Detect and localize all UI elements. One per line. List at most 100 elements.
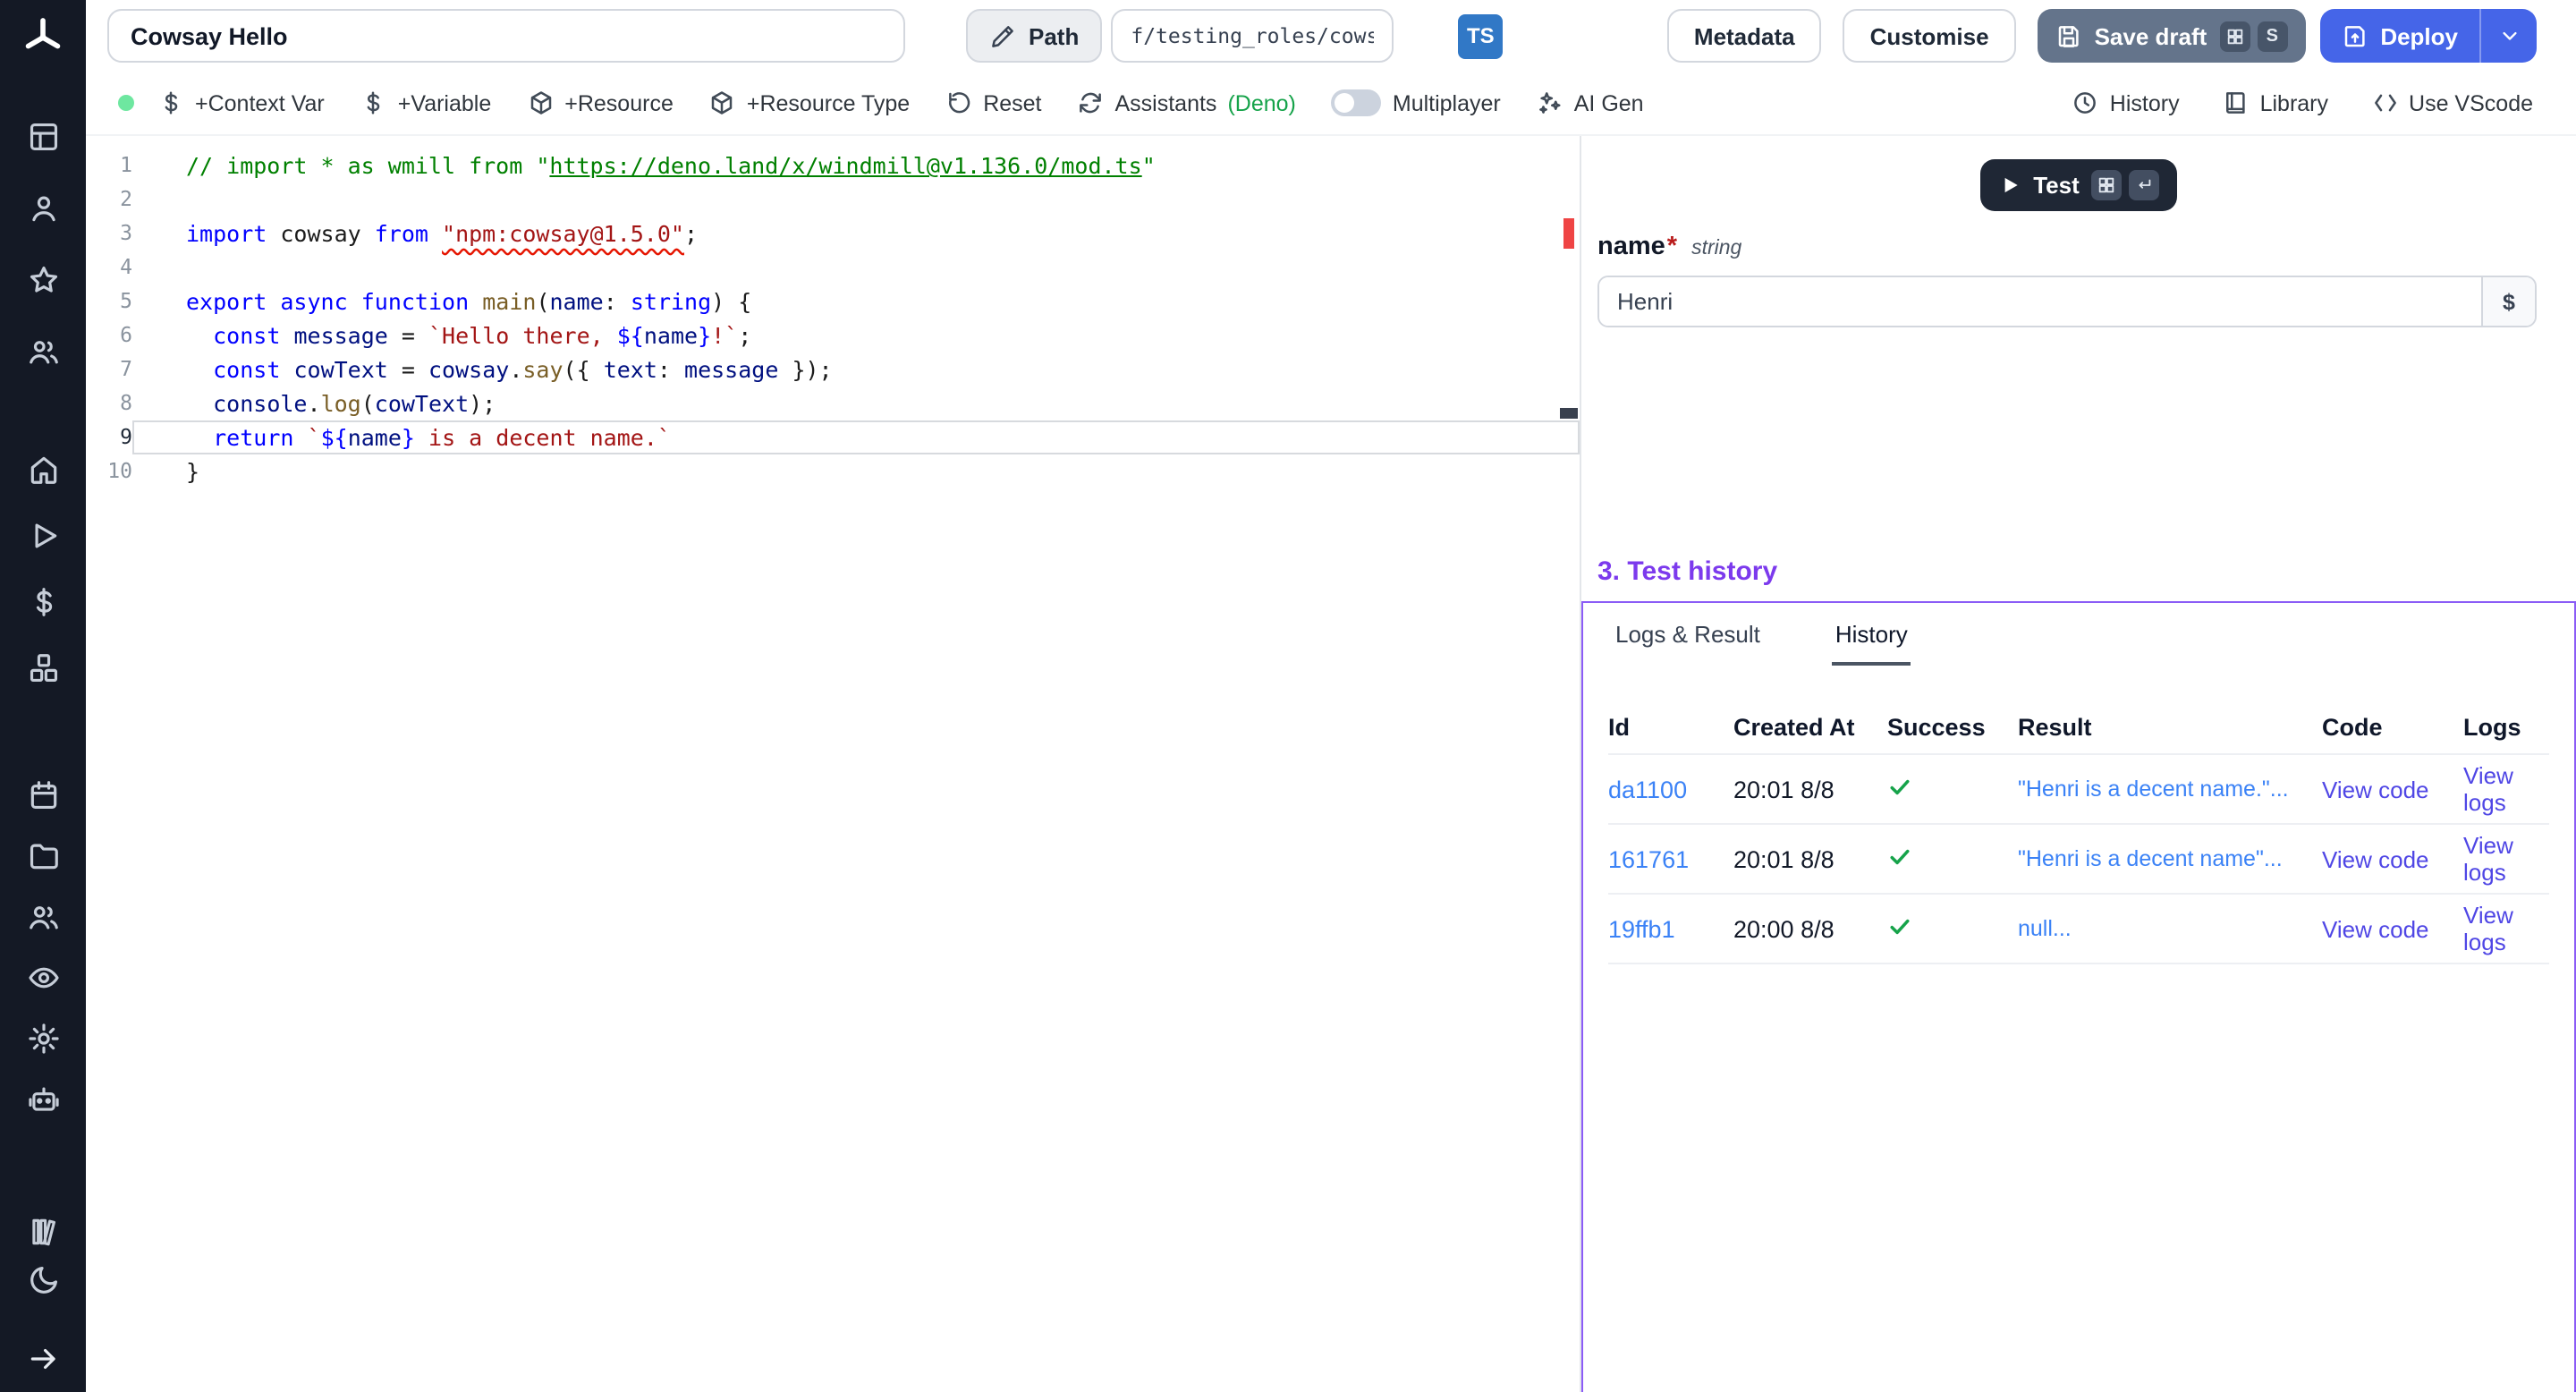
metadata-button[interactable]: Metadata: [1667, 9, 1822, 63]
workspace: 1// import * as wmill from "https://deno…: [86, 136, 2576, 1392]
sidebar-item-eye[interactable]: [18, 959, 68, 997]
clock-icon: [2072, 89, 2099, 116]
toolbar-use-vscode[interactable]: Use VScode: [2371, 89, 2533, 116]
col-code: Code: [2322, 714, 2463, 741]
play-icon: [26, 519, 60, 553]
sidebar-item-books[interactable]: [18, 1213, 68, 1251]
code-editor[interactable]: 1// import * as wmill from "https://deno…: [86, 136, 1580, 1392]
history-row: 19ffb120:00 8/8null...View codeView logs: [1608, 895, 2549, 964]
line-content: [132, 250, 1580, 284]
view-code-link[interactable]: View code: [2322, 776, 2463, 802]
line-content: console.log(cowText);: [132, 386, 1580, 420]
toolbar-context-var[interactable]: +Context Var: [157, 89, 325, 116]
deploy-main[interactable]: Deploy: [2319, 9, 2479, 63]
test-history-title: 3. Test history: [1597, 556, 2576, 587]
script-name-input[interactable]: [107, 9, 905, 63]
deploy-icon: [2341, 22, 2368, 49]
sidebar-item-user[interactable]: [18, 190, 68, 227]
toolbar-multiplayer[interactable]: Multiplayer: [1332, 89, 1501, 116]
check-icon: [1887, 913, 1912, 938]
result-link[interactable]: null...: [2018, 916, 2322, 941]
toolbar-label-assistants: Assistants: [1115, 90, 1217, 115]
customise-button[interactable]: Customise: [1843, 9, 2016, 63]
pencil-icon: [989, 22, 1016, 49]
user-icon: [26, 191, 60, 225]
win-key-icon: [2092, 170, 2123, 200]
folder-icon: [26, 839, 60, 873]
sidebar-item-home[interactable]: [18, 451, 68, 488]
windmill-logo[interactable]: [20, 14, 66, 61]
grid-icon: [26, 120, 60, 154]
deploy-button[interactable]: Deploy: [2319, 9, 2537, 63]
home-icon: [26, 453, 60, 487]
success-cell: [1887, 844, 2018, 874]
toolbar-assistants[interactable]: Assistants(Deno): [1078, 89, 1296, 116]
path-button[interactable]: Path: [966, 9, 1102, 63]
sidebar-item-group[interactable]: [18, 898, 68, 936]
eye-icon: [26, 961, 60, 995]
toolbar-variable[interactable]: +Variable: [360, 89, 491, 116]
code-line-3: 3import cowsay from "npm:cowsay@1.5.0";: [86, 216, 1580, 250]
sidebar-item-folder[interactable]: [18, 837, 68, 875]
toolbar-left: +Context Var +Variable +Resource +Resource …: [157, 89, 1644, 116]
view-logs-link[interactable]: View logs: [2463, 762, 2549, 816]
arg-type-label: string: [1691, 238, 1741, 259]
variable-picker-button[interactable]: $: [2481, 277, 2535, 326]
library-icon: [2223, 89, 2250, 116]
books-icon: [26, 1215, 60, 1249]
sidebar-item-calendar[interactable]: [18, 777, 68, 814]
view-code-link[interactable]: View code: [2322, 845, 2463, 872]
path-input[interactable]: [1111, 9, 1394, 63]
toolbar-label-variable: +Variable: [398, 90, 491, 115]
toolbar-ai-gen[interactable]: AI Gen: [1537, 89, 1644, 116]
sidebar-item-star[interactable]: [18, 261, 68, 299]
view-logs-link[interactable]: View logs: [2463, 902, 2549, 955]
gear-icon: [26, 1022, 60, 1056]
view-logs-link[interactable]: View logs: [2463, 832, 2549, 886]
tab-logs-result[interactable]: Logs & Result: [1612, 617, 1764, 666]
toolbar-library[interactable]: Library: [2223, 89, 2328, 116]
error-marker: [1563, 218, 1574, 249]
job-id-link[interactable]: da1100: [1608, 776, 1733, 802]
sidebar-item-users[interactable]: [18, 333, 68, 370]
line-content: const message = `Hello there, ${name}!`;: [132, 318, 1580, 352]
sidebar-item-blocks[interactable]: [18, 649, 68, 687]
line-content: const cowText = cowsay.say({ text: messa…: [132, 352, 1580, 386]
arg-value-input[interactable]: [1599, 277, 2481, 326]
line-content: [132, 182, 1580, 216]
result-link[interactable]: "Henri is a decent name."...: [2018, 777, 2322, 802]
success-cell: [1887, 913, 2018, 944]
enter-key-icon: [2130, 170, 2160, 200]
toolbar-label-history: History: [2110, 90, 2180, 115]
sidebar-item-gear[interactable]: [18, 1020, 68, 1057]
sidebar-item-play[interactable]: [18, 517, 68, 555]
code-line-5: 5export async function main(name: string…: [86, 284, 1580, 318]
sidebar-item-dollar[interactable]: [18, 583, 68, 621]
screen: Path TS Metadata Customise Save draft S …: [0, 0, 2576, 1392]
group-icon: [26, 900, 60, 934]
toolbar-resource-type[interactable]: +Resource Type: [709, 89, 910, 116]
job-id-link[interactable]: 161761: [1608, 845, 1733, 872]
sidebar-item-moon[interactable]: [18, 1261, 68, 1299]
toolbar-reset[interactable]: Reset: [945, 89, 1041, 116]
result-link[interactable]: "Henri is a decent name"...: [2018, 846, 2322, 871]
sidebar-item-robot[interactable]: [18, 1081, 68, 1118]
code-line-9: 9 return `${name} is a decent name.`: [86, 420, 1580, 454]
multiplayer-toggle[interactable]: [1332, 89, 1382, 116]
history-table: IdCreated AtSuccessResultCodeLogs da1100…: [1608, 701, 2549, 964]
sidebar-collapse-button[interactable]: [18, 1340, 68, 1376]
toolbar-resource[interactable]: +Resource: [527, 89, 674, 116]
windmill-script-editor: Path TS Metadata Customise Save draft S …: [0, 0, 2576, 1392]
argument-block: name* string $: [1581, 233, 2576, 327]
test-shortcut: [2092, 170, 2160, 200]
toolbar-label-context-var: +Context Var: [195, 90, 325, 115]
test-button[interactable]: Test: [1979, 159, 2178, 211]
sidebar-item-grid[interactable]: [18, 118, 68, 156]
tab-history[interactable]: History: [1832, 617, 1911, 666]
job-id-link[interactable]: 19ffb1: [1608, 915, 1733, 942]
view-code-link[interactable]: View code: [2322, 915, 2463, 942]
toolbar-history[interactable]: History: [2072, 89, 2180, 116]
col-created-at: Created At: [1733, 714, 1887, 741]
deploy-dropdown-button[interactable]: [2479, 9, 2537, 63]
save-draft-button[interactable]: Save draft S: [2038, 9, 2306, 63]
